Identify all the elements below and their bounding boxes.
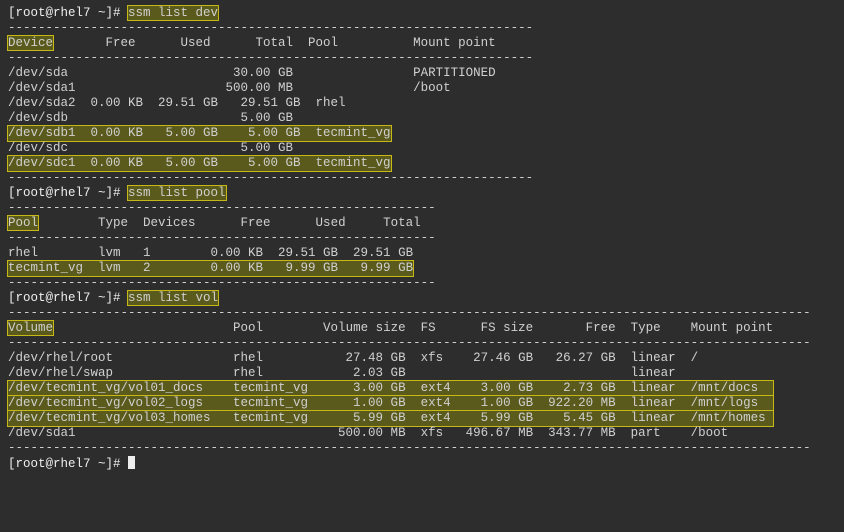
pool-header: Pool Type Devices Free Used Total — [8, 216, 836, 231]
separator: ----------------------------------------… — [8, 441, 836, 456]
prompt-text: [root@rhel7 ~]# — [8, 457, 128, 471]
dev-row-sdc: /dev/sdc 5.00 GB — [8, 141, 836, 156]
dev-row-sdc1: /dev/sdc1 0.00 KB 5.00 GB 5.00 GB tecmin… — [8, 156, 836, 171]
prompt-text: [root@rhel7 ~]# — [8, 291, 128, 305]
vol-row-v3: /dev/tecmint_vg/vol03_homes tecmint_vg 5… — [8, 411, 836, 426]
command-ssm-list-vol: ssm list vol — [128, 291, 218, 305]
separator: ----------------------------------------… — [8, 201, 836, 216]
separator: ----------------------------------------… — [8, 231, 836, 246]
separator: ----------------------------------------… — [8, 51, 836, 66]
command-ssm-list-dev: ssm list dev — [128, 6, 218, 20]
dev-header: Device Free Used Total Pool Mount point — [8, 36, 836, 51]
prompt-line-2[interactable]: [root@rhel7 ~]# ssm list pool — [8, 186, 836, 201]
separator: ----------------------------------------… — [8, 276, 836, 291]
separator: ----------------------------------------… — [8, 336, 836, 351]
dev-row-sda: /dev/sda 30.00 GB PARTITIONED — [8, 66, 836, 81]
pool-row-tecmint: tecmint_vg lvm 2 0.00 KB 9.99 GB 9.99 GB — [8, 261, 836, 276]
dev-row-sdb1: /dev/sdb1 0.00 KB 5.00 GB 5.00 GB tecmin… — [8, 126, 836, 141]
vol-header: Volume Pool Volume size FS FS size Free … — [8, 321, 836, 336]
vol-row-v1: /dev/tecmint_vg/vol01_docs tecmint_vg 3.… — [8, 381, 836, 396]
separator: ----------------------------------------… — [8, 171, 836, 186]
prompt-line-1[interactable]: [root@rhel7 ~]# ssm list dev — [8, 6, 836, 21]
dev-row-sda1: /dev/sda1 500.00 MB /boot — [8, 81, 836, 96]
col-pool: Pool — [8, 216, 38, 230]
vol-row-v2: /dev/tecmint_vg/vol02_logs tecmint_vg 1.… — [8, 396, 836, 411]
prompt-text: [root@rhel7 ~]# — [8, 186, 128, 200]
separator: ----------------------------------------… — [8, 306, 836, 321]
col-device: Device — [8, 36, 53, 50]
prompt-line-4[interactable]: [root@rhel7 ~]# — [8, 456, 836, 472]
vol-row-sda1: /dev/sda1 500.00 MB xfs 496.67 MB 343.77… — [8, 426, 836, 441]
dev-row-sdb: /dev/sdb 5.00 GB — [8, 111, 836, 126]
vol-row-swap: /dev/rhel/swap rhel 2.03 GB linear — [8, 366, 836, 381]
col-volume: Volume — [8, 321, 53, 335]
pool-row-rhel: rhel lvm 1 0.00 KB 29.51 GB 29.51 GB — [8, 246, 836, 261]
separator: ----------------------------------------… — [8, 21, 836, 36]
dev-row-sda2: /dev/sda2 0.00 KB 29.51 GB 29.51 GB rhel — [8, 96, 836, 111]
prompt-text: [root@rhel7 ~]# — [8, 6, 128, 20]
vol-row-root: /dev/rhel/root rhel 27.48 GB xfs 27.46 G… — [8, 351, 836, 366]
prompt-line-3[interactable]: [root@rhel7 ~]# ssm list vol — [8, 291, 836, 306]
command-ssm-list-pool: ssm list pool — [128, 186, 226, 200]
cursor — [128, 456, 135, 469]
